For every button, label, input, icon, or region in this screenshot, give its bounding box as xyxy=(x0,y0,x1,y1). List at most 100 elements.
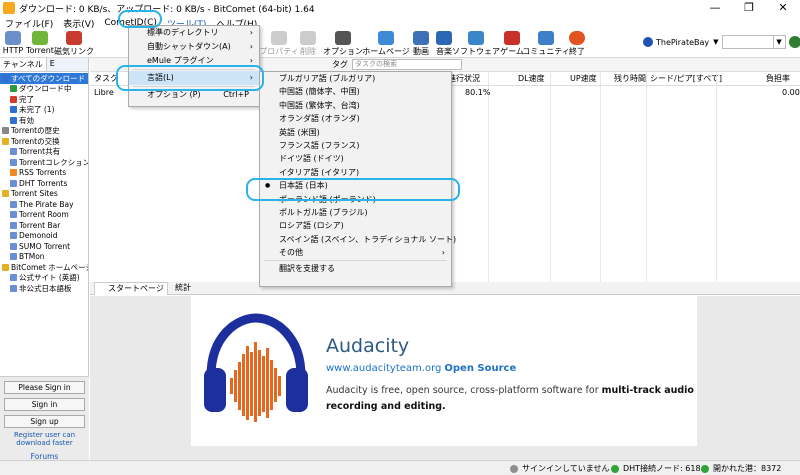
please-sign-in-button[interactable]: Please Sign in xyxy=(4,381,85,394)
sidebar-item[interactable]: Demonoid xyxy=(0,231,88,242)
game-icon xyxy=(504,31,520,45)
options-button[interactable]: オプション xyxy=(323,30,363,58)
sidebar-item[interactable]: SUMO Torrent xyxy=(0,241,88,252)
sidebar-item[interactable]: The Pirate Bay xyxy=(0,199,88,210)
menu-view[interactable]: 表示(V) xyxy=(58,17,99,30)
sidebar-item-icon xyxy=(10,158,17,166)
menu-file[interactable]: ファイル(F) xyxy=(0,17,58,30)
language-item[interactable]: 翻訳を支援する xyxy=(260,262,451,275)
search-history-dropdown[interactable]: ▼ xyxy=(773,35,786,49)
ad-desc-text: Audacity is free, open source, cross-pla… xyxy=(326,385,602,396)
sidebar-item[interactable]: ダウンロード中 xyxy=(0,84,88,95)
signin-status: サインインしていません xyxy=(510,463,610,474)
sidebar-item[interactable]: Torrentコレクション xyxy=(0,157,88,168)
sidebar-item-label: RSS Torrents xyxy=(19,168,67,178)
menu-item-default-directory[interactable]: 標準のディレクトリ › xyxy=(129,26,259,40)
highlight-ring-japanese xyxy=(246,178,460,201)
tab-statistics[interactable]: 統計 xyxy=(162,282,194,295)
maximize-button[interactable]: ❐ xyxy=(732,0,766,16)
minimize-button[interactable]: — xyxy=(698,0,732,16)
language-item[interactable]: ドイツ語 (ドイツ) xyxy=(260,152,451,165)
sidebar-item-icon xyxy=(10,106,17,114)
register-link[interactable]: Register user can download faster xyxy=(0,431,89,447)
game-button[interactable]: ゲーム xyxy=(499,30,525,58)
exit-button[interactable]: 終了 xyxy=(566,30,588,58)
column-divider xyxy=(716,72,717,282)
search-engine-label[interactable]: ThePirateBay xyxy=(656,38,709,47)
sidebar-item[interactable]: Torrent Room xyxy=(0,210,88,221)
language-item[interactable]: ロシア語 (ロシア) xyxy=(260,219,451,232)
sidebar-item-label: 未完了 (1) xyxy=(19,105,55,115)
ad-url-link[interactable]: www.audacityteam.org xyxy=(326,363,441,374)
sidebar-item[interactable]: Torrentの歴史 xyxy=(0,126,88,137)
language-item[interactable]: フランス語 (フランス) xyxy=(260,139,451,152)
sidebar-item-icon xyxy=(10,211,17,219)
highlight-ring-language xyxy=(116,65,264,91)
http-button[interactable]: HTTP xyxy=(2,30,24,58)
homepage-button[interactable]: ホームページ xyxy=(362,30,410,58)
magnet-link-button[interactable]: 磁気リンク xyxy=(54,30,94,58)
language-item[interactable]: 英語 (米国) xyxy=(260,126,451,139)
language-item[interactable]: スペイン語 (スペイン、トラディショナル ソート) xyxy=(260,233,456,246)
col-remaining[interactable]: 残り時間 xyxy=(614,73,646,84)
ad-url[interactable]: www.audacityteam.org Open Source xyxy=(326,363,516,374)
column-divider xyxy=(488,72,489,282)
col-seeds-peers[interactable]: シード/ピア[すべて] xyxy=(650,73,722,84)
sidebar-item[interactable]: 完了 xyxy=(0,94,88,105)
software-button[interactable]: ソフトウェア xyxy=(452,30,500,58)
sidebar-item[interactable]: DHT Torrents xyxy=(0,178,88,189)
col-task[interactable]: タスク xyxy=(94,73,118,84)
video-button[interactable]: 動画 xyxy=(411,30,431,58)
sidebar-item-icon xyxy=(10,116,17,124)
community-button[interactable]: コミュニティ xyxy=(522,30,570,58)
language-item-label: ドイツ語 (ドイツ) xyxy=(279,154,344,164)
close-button[interactable]: ✕ xyxy=(766,0,800,16)
language-item[interactable]: ブルガリア語 (ブルガリア) xyxy=(260,72,451,85)
language-item[interactable]: ポルトガル語 (ブラジル) xyxy=(260,206,451,219)
search-go-icon[interactable] xyxy=(788,36,800,48)
tab-e[interactable]: E xyxy=(47,58,58,71)
sidebar-item[interactable]: RSS Torrents xyxy=(0,168,88,179)
sidebar-item[interactable]: BitComet ホームページ xyxy=(0,262,88,273)
delete-button[interactable]: 削除 xyxy=(298,30,318,58)
language-item-label: オランダ語 (オランダ) xyxy=(279,114,360,124)
sidebar-item[interactable]: 未完了 (1) xyxy=(0,105,88,116)
language-item[interactable]: 中国語 (繁体字、台湾) xyxy=(260,99,451,112)
sidebar-item[interactable]: すべてのダウンロード xyxy=(0,73,88,84)
music-button[interactable]: 音楽 xyxy=(434,30,454,58)
col-ratio[interactable]: 負担率 xyxy=(766,73,790,84)
language-item[interactable]: 中国語 (簡体字、中国) xyxy=(260,85,451,98)
sign-up-button[interactable]: Sign up xyxy=(4,415,85,428)
sidebar-item[interactable]: Torrent Sites xyxy=(0,189,88,200)
sidebar-item[interactable]: Torrent共有 xyxy=(0,147,88,158)
sidebar-item[interactable]: 有効 xyxy=(0,115,88,126)
bitcomet-logo-icon xyxy=(3,2,15,14)
col-dl-speed[interactable]: DL速度 xyxy=(518,73,545,84)
sidebar-item-label: ダウンロード中 xyxy=(19,84,72,94)
ad-title: Audacity xyxy=(326,335,410,357)
sidebar-item[interactable]: 非公式日本語板 xyxy=(0,283,88,294)
ad-card[interactable]: Audacity www.audacityteam.org Open Source… xyxy=(191,296,697,446)
audacity-logo-icon xyxy=(204,313,308,422)
menu-item-auto-shutdown[interactable]: 自動シャットダウン(A) › xyxy=(129,40,259,54)
dht-status: DHT接続ノード: 618 xyxy=(611,463,701,474)
language-item[interactable]: その他 › xyxy=(260,246,451,259)
sidebar-item[interactable]: Torrentの交換 xyxy=(0,136,88,147)
language-item[interactable]: オランダ語 (オランダ) xyxy=(260,112,451,125)
tab-channel[interactable]: チャンネル xyxy=(0,58,47,71)
engine-dropdown[interactable]: ▼ xyxy=(713,38,718,46)
sidebar-item[interactable]: 公式サイト (英語) xyxy=(0,273,88,284)
task-search-input[interactable]: タスクの検索 xyxy=(352,59,462,70)
tab-start-page[interactable]: スタートページ xyxy=(94,282,168,295)
col-up-speed[interactable]: UP速度 xyxy=(570,73,597,84)
sidebar-item[interactable]: BTMon xyxy=(0,252,88,263)
tag-label[interactable]: タグ xyxy=(332,59,348,70)
port-status: 開かれた港：8372 xyxy=(701,463,781,474)
col-progress[interactable]: 進行状況 xyxy=(448,73,480,84)
sidebar-item[interactable]: Torrent Bar xyxy=(0,220,88,231)
web-search-input[interactable] xyxy=(721,35,774,49)
sign-in-button[interactable]: Sign in xyxy=(4,398,85,411)
torrent-button[interactable]: Torrent xyxy=(26,30,54,58)
properties-button[interactable]: プロパティ xyxy=(259,30,299,58)
sidebar-item-icon xyxy=(10,148,17,156)
